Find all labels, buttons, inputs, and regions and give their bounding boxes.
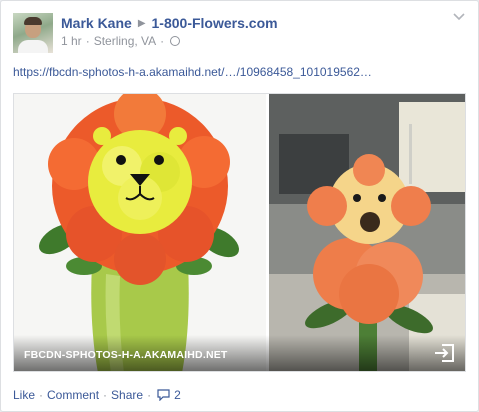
post-time[interactable]: 1 hr xyxy=(61,34,82,48)
post-card: Mark Kane ▶ 1-800-Flowers.com 1 hr · Ste… xyxy=(0,0,479,412)
arrow-right-icon: ▶ xyxy=(137,17,146,29)
chevron-down-icon[interactable] xyxy=(453,13,465,23)
comment-link[interactable]: Comment xyxy=(47,388,99,402)
like-link[interactable]: Like xyxy=(13,388,35,402)
comment-count-link[interactable]: 2 xyxy=(157,388,181,402)
post-actions: Like · Comment · Share · 2 xyxy=(13,387,181,403)
post-location[interactable]: Sterling, VA xyxy=(94,34,156,48)
shared-link-url[interactable]: https://fbcdn-sphotos-h-a.akamaihd.net/…… xyxy=(13,65,473,83)
link-domain-caption: FBCDN-SPHOTOS-H-A.AKAMAIHD.NET xyxy=(24,349,228,361)
author-name-link[interactable]: Mark Kane xyxy=(61,15,132,31)
meta-separator: · xyxy=(160,34,165,48)
open-link-icon[interactable] xyxy=(433,343,455,363)
meta-separator: · xyxy=(85,34,90,48)
avatar-hair xyxy=(24,17,42,25)
post-header: Mark Kane ▶ 1-800-Flowers.com xyxy=(61,14,278,32)
caption-overlay: FBCDN-SPHOTOS-H-A.AKAMAIHD.NET xyxy=(14,335,465,371)
action-separator: · xyxy=(147,388,152,402)
target-page-link[interactable]: 1-800-Flowers.com xyxy=(152,15,278,31)
share-link[interactable]: Share xyxy=(111,388,143,402)
action-separator: · xyxy=(103,388,108,402)
globe-icon[interactable] xyxy=(170,36,181,46)
comment-bubble-icon xyxy=(157,389,170,401)
dog-bouquet-photo xyxy=(269,94,465,371)
link-preview[interactable]: FBCDN-SPHOTOS-H-A.AKAMAIHD.NET xyxy=(13,93,466,372)
author-avatar[interactable] xyxy=(13,13,53,53)
avatar-shirt xyxy=(18,40,48,53)
lion-bouquet-photo xyxy=(14,94,266,371)
post-meta: 1 hr · Sterling, VA · xyxy=(61,34,181,48)
action-separator: · xyxy=(39,388,44,402)
comment-count: 2 xyxy=(174,388,181,402)
